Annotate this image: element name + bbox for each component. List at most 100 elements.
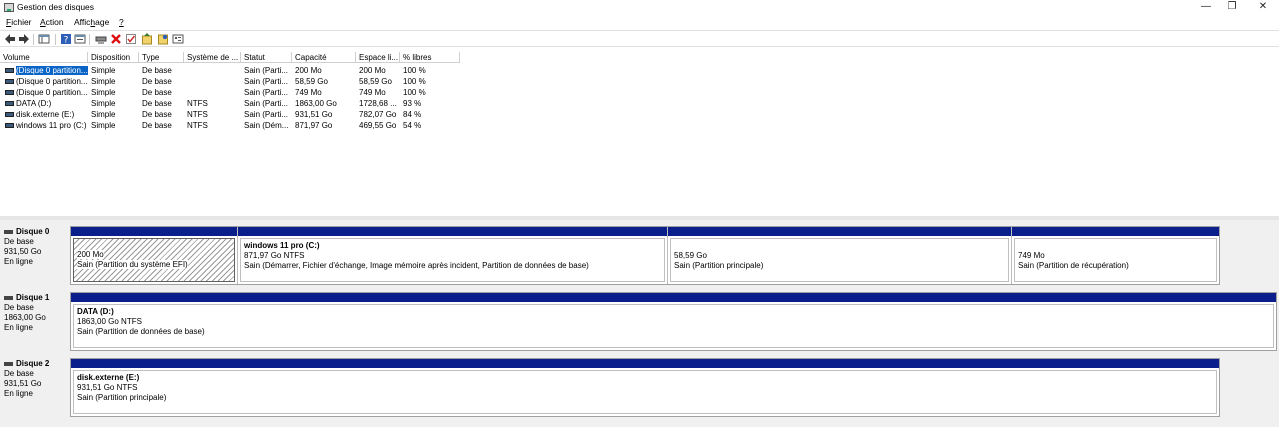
- column-header-volume[interactable]: Volume: [0, 52, 88, 63]
- volume-icon: [5, 111, 14, 117]
- volume-name: DATA (D:): [16, 99, 52, 108]
- disk-info-2[interactable]: Disque 2 De base 931,51 Go En ligne: [4, 359, 68, 399]
- partition-bar: [71, 359, 1219, 368]
- partition-body: 749 Mo Sain (Partition de récupération): [1014, 238, 1217, 282]
- menu-help[interactable]: ?: [119, 17, 124, 27]
- free-space-cell: 782,07 Go: [359, 110, 397, 119]
- filesystem-cell: NTFS: [187, 99, 208, 108]
- capacity-cell: 1863,00 Go: [295, 99, 337, 108]
- disposition-cell: Simple: [91, 99, 116, 108]
- status-cell: Sain (Parti...: [244, 66, 289, 75]
- close-button[interactable]: ✕: [1243, 0, 1279, 15]
- properties-icon[interactable]: [74, 33, 86, 45]
- column-header-type[interactable]: Type: [139, 52, 184, 63]
- disk-name-label: Disque 2: [16, 359, 50, 368]
- partition-status: Sain (Démarrer, Fichier d'échange, Image…: [244, 261, 589, 270]
- disk-info-0[interactable]: Disque 0 De base 931,50 Go En ligne: [4, 227, 68, 267]
- column-header-disposition[interactable]: Disposition: [88, 52, 139, 63]
- check-icon[interactable]: [125, 33, 137, 45]
- menu-action[interactable]: Action: [40, 17, 64, 27]
- column-header-status[interactable]: Statut: [241, 52, 292, 63]
- window-title: Gestion des disques: [17, 2, 95, 12]
- menu-affichage[interactable]: Affichage: [74, 17, 109, 27]
- partition-body: DATA (D:) 1863,00 Go NTFS Sain (Partitio…: [73, 304, 1274, 348]
- partition-status: Sain (Partition principale): [674, 261, 764, 270]
- type-cell: De base: [142, 99, 172, 108]
- disk-map: Disque 0 De base 931,50 Go En ligne 200 …: [0, 220, 1279, 427]
- help-icon[interactable]: ?: [60, 33, 72, 45]
- disk-row-2: Disque 2 De base 931,51 Go En ligne disk…: [0, 358, 1279, 417]
- partition-data[interactable]: DATA (D:) 1863,00 Go NTFS Sain (Partitio…: [71, 293, 1276, 350]
- volume-name: (Disque 0 partition...: [16, 88, 88, 97]
- menu-help-mnemonic: ?: [119, 17, 124, 27]
- settings-icon[interactable]: [172, 33, 184, 45]
- volume-cell: disk.externe (E:): [0, 109, 88, 120]
- menu-fichier[interactable]: Fichier: [6, 17, 32, 27]
- toolbar-separator: [89, 34, 90, 45]
- partition-title: DATA (D:): [77, 307, 114, 316]
- disk-name: Disque 2: [4, 359, 68, 369]
- disk-size: 1863,00 Go: [4, 313, 46, 322]
- table-row[interactable]: DATA (D:) Simple De base NTFS Sain (Part…: [0, 98, 460, 109]
- free-space-cell: 1728,68 ...: [359, 99, 397, 108]
- menu-affichage-prefix: Affic: [74, 17, 91, 27]
- table-row[interactable]: windows 11 pro (C:) Simple De base NTFS …: [0, 120, 460, 131]
- partition-status: Sain (Partition du système EFI): [77, 260, 188, 269]
- menu-affichage-label: age: [95, 17, 110, 27]
- capacity-cell: 200 Mo: [295, 66, 322, 75]
- partition-recovery[interactable]: 749 Mo Sain (Partition de récupération): [1011, 227, 1219, 284]
- percent-free-cell: 100 %: [403, 66, 426, 75]
- volume-icon: [5, 67, 14, 73]
- console-tree-icon[interactable]: [38, 33, 50, 45]
- disk-icon: [4, 295, 13, 300]
- column-header-free-space[interactable]: Espace li...: [356, 52, 400, 63]
- back-arrow-icon[interactable]: [4, 33, 16, 45]
- table-row[interactable]: (Disque 0 partition... Simple De base Sa…: [0, 76, 460, 87]
- connect-drive-icon[interactable]: [95, 33, 107, 45]
- table-row[interactable]: (Disque 0 partition... Simple De base Sa…: [0, 87, 460, 98]
- toolbar-separator: [33, 34, 34, 45]
- disk-management-app-icon: [4, 3, 14, 12]
- partition-status: Sain (Partition de données de base): [77, 327, 205, 336]
- column-header-capacity[interactable]: Capacité: [292, 52, 356, 63]
- partition-size: 200 Mo: [77, 250, 104, 259]
- forward-arrow-icon[interactable]: [18, 33, 30, 45]
- menu-fichier-label: ichier: [11, 17, 32, 27]
- column-header-filesystem[interactable]: Système de ...: [184, 52, 241, 63]
- disposition-cell: Simple: [91, 66, 116, 75]
- partition-size: 58,59 Go: [674, 251, 707, 260]
- table-row[interactable]: (Disque 0 partition... Simple De base Sa…: [0, 65, 460, 76]
- partition-efi[interactable]: 200 Mo Sain (Partition du système EFI): [71, 227, 237, 284]
- disposition-cell: Simple: [91, 77, 116, 86]
- disk-state: En ligne: [4, 389, 33, 398]
- free-space-cell: 469,55 Go: [359, 121, 397, 130]
- volume-icon: [5, 100, 14, 106]
- capacity-cell: 931,51 Go: [295, 110, 333, 119]
- disk-type: De base: [4, 369, 34, 378]
- type-cell: De base: [142, 88, 172, 97]
- free-space-cell: 58,59 Go: [359, 77, 392, 86]
- capacity-cell: 58,59 Go: [295, 77, 328, 86]
- column-header-percent-free[interactable]: % libres: [400, 52, 460, 63]
- partition-primary[interactable]: 58,59 Go Sain (Partition principale): [667, 227, 1011, 284]
- volume-icon: [5, 122, 14, 128]
- volume-cell: (Disque 0 partition...: [0, 87, 88, 98]
- partition-external[interactable]: disk.externe (E:) 931,51 Go NTFS Sain (P…: [71, 359, 1219, 416]
- disk-partitions-0: 200 Mo Sain (Partition du système EFI) w…: [70, 226, 1220, 285]
- status-cell: Sain (Parti...: [244, 77, 289, 86]
- delete-icon[interactable]: [110, 33, 122, 45]
- partition-size: 871,97 Go NTFS: [244, 251, 305, 260]
- filesystem-cell: [184, 87, 241, 98]
- import-disk-icon[interactable]: [141, 33, 153, 45]
- partition-windows[interactable]: windows 11 pro (C:) 871,97 Go NTFS Sain …: [237, 227, 667, 284]
- partition-bar: [71, 293, 1276, 302]
- volume-name: windows 11 pro (C:): [16, 121, 87, 130]
- disk-info-1[interactable]: Disque 1 De base 1863,00 Go En ligne: [4, 293, 68, 333]
- toolbar-separator: [55, 34, 56, 45]
- partition-status: Sain (Partition principale): [77, 393, 167, 402]
- partition-body: 58,59 Go Sain (Partition principale): [670, 238, 1009, 282]
- new-volume-icon[interactable]: [157, 33, 169, 45]
- percent-free-cell: 100 %: [403, 88, 426, 97]
- table-row[interactable]: disk.externe (E:) Simple De base NTFS Sa…: [0, 109, 460, 120]
- partition-body: windows 11 pro (C:) 871,97 Go NTFS Sain …: [240, 238, 665, 282]
